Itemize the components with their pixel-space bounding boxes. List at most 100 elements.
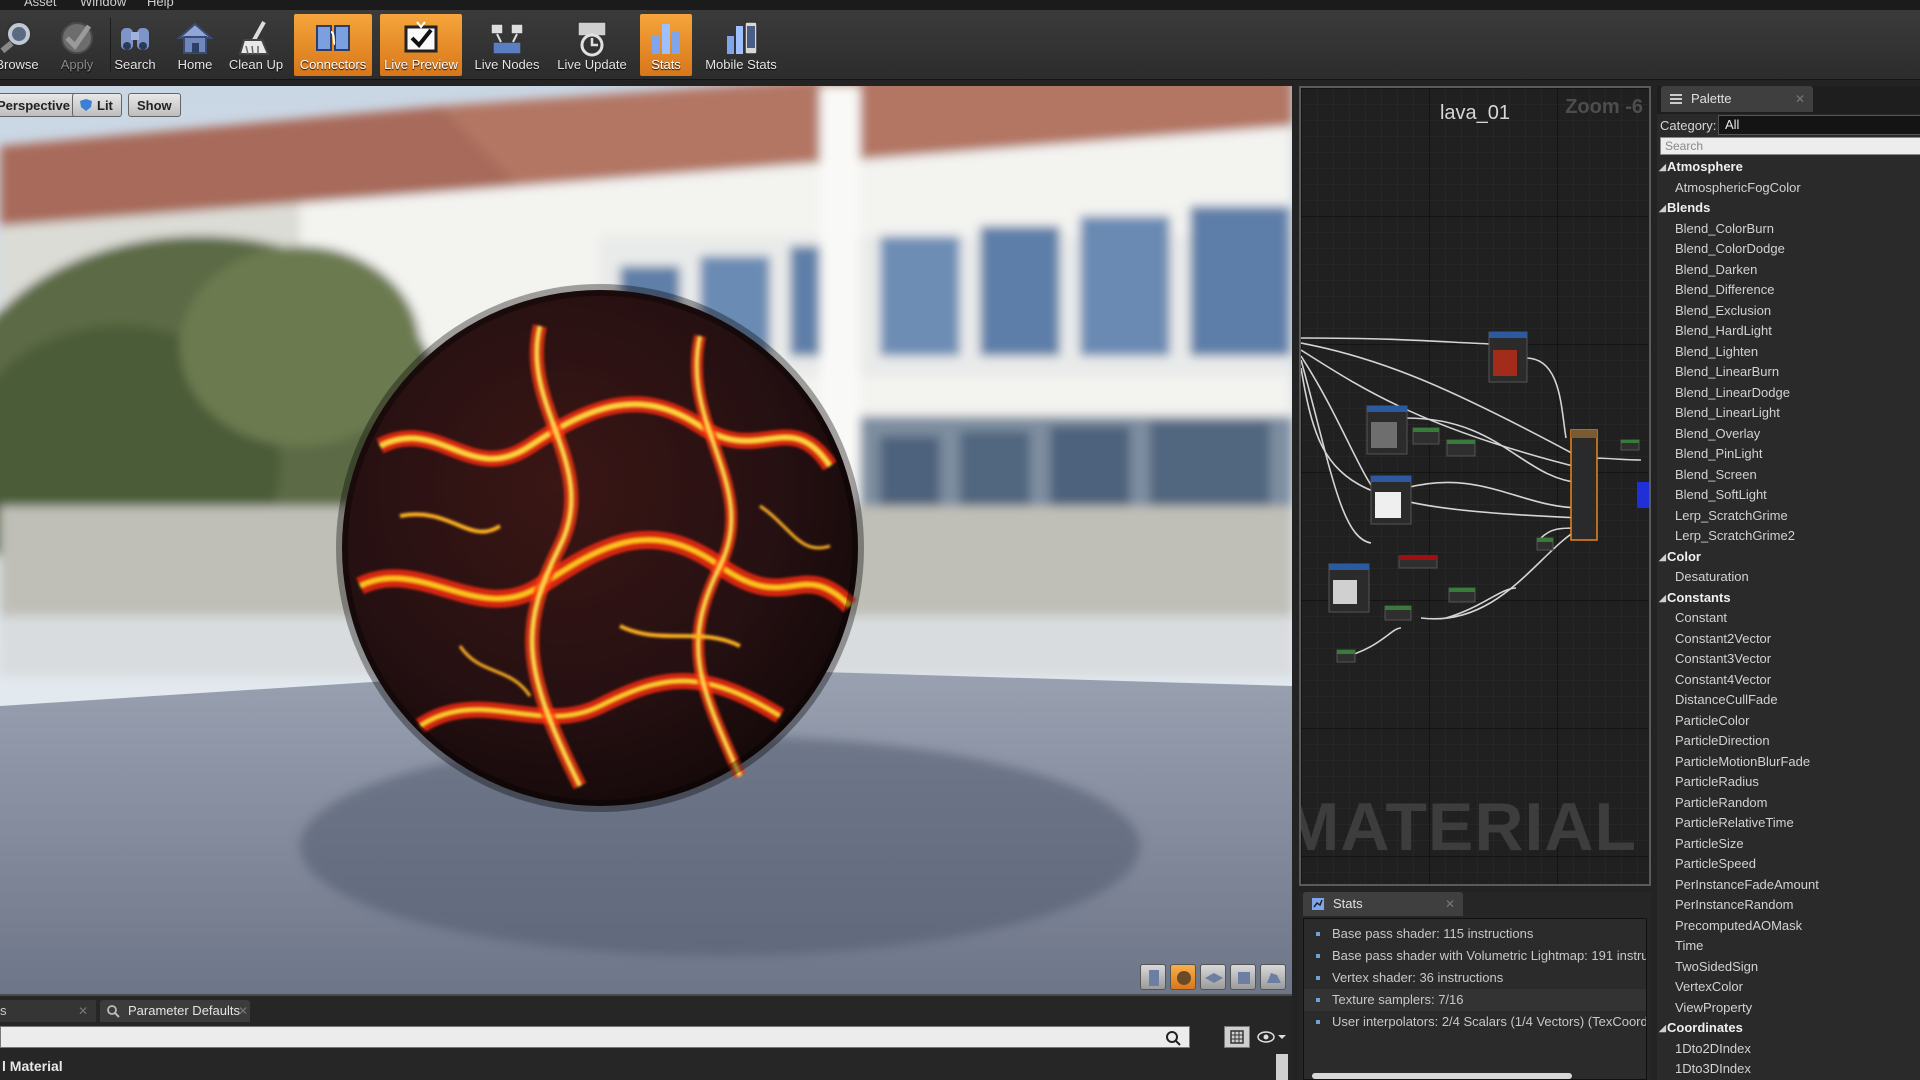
palette-item[interactable]: Blend_LinearBurn bbox=[1657, 362, 1920, 383]
palette-item[interactable]: 1Dto3DIndex bbox=[1657, 1059, 1920, 1080]
details-scrollbar[interactable] bbox=[1276, 1054, 1288, 1080]
close-tab-icon[interactable]: ✕ bbox=[78, 1000, 88, 1022]
palette-item[interactable]: Constant3Vector bbox=[1657, 649, 1920, 670]
visibility-dropdown[interactable] bbox=[1254, 1026, 1288, 1048]
expand-arrow-icon[interactable]: ◢ bbox=[1659, 157, 1666, 177]
palette-category[interactable]: ◢ Constants bbox=[1657, 588, 1920, 609]
preview-cube-button[interactable] bbox=[1230, 964, 1256, 990]
palette-item[interactable]: Blend_Difference bbox=[1657, 280, 1920, 301]
preview-plane-button[interactable] bbox=[1200, 964, 1226, 990]
tab-stats[interactable]: Stats ✕ bbox=[1303, 892, 1463, 916]
palette-item[interactable]: Blend_ColorBurn bbox=[1657, 219, 1920, 240]
close-tab-icon[interactable]: ✕ bbox=[1445, 892, 1455, 916]
palette-category[interactable]: ◢ Color bbox=[1657, 547, 1920, 568]
menu-window[interactable]: Window bbox=[80, 0, 126, 9]
live-update-button[interactable]: Live Update bbox=[552, 14, 632, 76]
home-button[interactable]: Home bbox=[170, 14, 220, 76]
stats-list: Base pass shader: 115 instructions Base … bbox=[1303, 918, 1647, 1080]
preview-sphere-button[interactable] bbox=[1170, 964, 1196, 990]
palette-category[interactable]: ◢ Blends bbox=[1657, 198, 1920, 219]
palette-item[interactable]: Lerp_ScratchGrime2 bbox=[1657, 526, 1920, 547]
palette-item[interactable]: Blend_Darken bbox=[1657, 260, 1920, 281]
preview-mesh-button[interactable] bbox=[1260, 964, 1286, 990]
palette-item[interactable]: ParticleSize bbox=[1657, 834, 1920, 855]
cube-icon bbox=[1238, 972, 1250, 984]
palette-item[interactable]: Blend_Screen bbox=[1657, 465, 1920, 486]
live-preview-button[interactable]: Live Preview bbox=[380, 14, 462, 76]
palette-item[interactable]: Blend_Exclusion bbox=[1657, 301, 1920, 322]
palette-item[interactable]: VertexColor bbox=[1657, 977, 1920, 998]
palette-item[interactable]: ParticleColor bbox=[1657, 711, 1920, 732]
stats-scrollbar[interactable] bbox=[1312, 1073, 1572, 1079]
palette-item[interactable]: Blend_Overlay bbox=[1657, 424, 1920, 445]
clean-up-button[interactable]: Clean Up bbox=[226, 14, 286, 76]
palette-item[interactable]: ParticleRandom bbox=[1657, 793, 1920, 814]
browse-button[interactable]: Browse bbox=[0, 14, 42, 76]
palette-category[interactable]: ◢ Coordinates bbox=[1657, 1018, 1920, 1039]
palette-item[interactable]: Constant bbox=[1657, 608, 1920, 629]
details-section-label: l Material bbox=[2, 1058, 63, 1074]
plane-icon bbox=[1205, 973, 1223, 983]
tab-palette[interactable]: Palette ✕ bbox=[1661, 86, 1813, 112]
palette-item[interactable]: Time bbox=[1657, 936, 1920, 957]
palette-item[interactable]: TwoSidedSign bbox=[1657, 957, 1920, 978]
palette-item[interactable]: Blend_LinearDodge bbox=[1657, 383, 1920, 404]
stats-line: Base pass shader with Volumetric Lightma… bbox=[1304, 945, 1646, 967]
palette-list: ◢ Atmosphere AtmosphericFogColor ◢ Blends Ble… bbox=[1657, 157, 1920, 1080]
preview-viewport[interactable]: Perspective Lit Show bbox=[0, 86, 1292, 994]
palette-item[interactable]: ViewProperty bbox=[1657, 998, 1920, 1019]
mobile-stats-button[interactable]: Mobile Stats bbox=[700, 14, 782, 76]
palette-item[interactable]: ParticleSpeed bbox=[1657, 854, 1920, 875]
connectors-button[interactable]: Connectors bbox=[294, 14, 372, 76]
material-graph[interactable]: lava_01 Zoom -6 MATERIAL bbox=[1299, 86, 1651, 886]
stats-line: Vertex shader: 36 instructions bbox=[1304, 967, 1646, 989]
palette-item[interactable]: Blend_ColorDodge bbox=[1657, 239, 1920, 260]
palette-item[interactable]: DistanceCullFade bbox=[1657, 690, 1920, 711]
palette-item[interactable]: Blend_Lighten bbox=[1657, 342, 1920, 363]
eye-icon bbox=[1257, 1031, 1286, 1043]
expand-arrow-icon[interactable]: ◢ bbox=[1659, 588, 1666, 608]
expand-arrow-icon[interactable]: ◢ bbox=[1659, 547, 1666, 567]
menu-asset[interactable]: Asset bbox=[24, 0, 57, 9]
palette-item[interactable]: ParticleRadius bbox=[1657, 772, 1920, 793]
palette-item[interactable]: Blend_PinLight bbox=[1657, 444, 1920, 465]
preview-cylinder-button[interactable] bbox=[1140, 964, 1166, 990]
clean-up-icon bbox=[238, 21, 270, 55]
expand-arrow-icon[interactable]: ◢ bbox=[1659, 198, 1666, 218]
palette-item[interactable]: ParticleDirection bbox=[1657, 731, 1920, 752]
palette-item[interactable]: ParticleRelativeTime bbox=[1657, 813, 1920, 834]
apply-button[interactable]: Apply bbox=[52, 14, 102, 76]
palette-item[interactable]: Constant2Vector bbox=[1657, 629, 1920, 650]
details-search-input[interactable] bbox=[0, 1026, 1190, 1048]
category-select[interactable]: All bbox=[1718, 115, 1920, 135]
show-button[interactable]: Show bbox=[128, 93, 181, 117]
search-button[interactable]: Search bbox=[112, 14, 158, 76]
close-tab-icon[interactable]: ✕ bbox=[1795, 86, 1805, 112]
search-binoculars-icon bbox=[121, 28, 149, 50]
palette-item[interactable]: AtmosphericFogColor bbox=[1657, 178, 1920, 199]
palette-item[interactable]: Constant4Vector bbox=[1657, 670, 1920, 691]
palette-item[interactable]: Blend_HardLight bbox=[1657, 321, 1920, 342]
palette-item[interactable]: PerInstanceRandom bbox=[1657, 895, 1920, 916]
perspective-button[interactable]: Perspective bbox=[0, 93, 79, 117]
palette-search-input[interactable]: Search bbox=[1660, 137, 1920, 155]
palette-category[interactable]: ◢ Atmosphere bbox=[1657, 157, 1920, 178]
view-options-button[interactable] bbox=[1224, 1026, 1250, 1048]
palette-item[interactable]: Desaturation bbox=[1657, 567, 1920, 588]
palette-item[interactable]: Blend_SoftLight bbox=[1657, 485, 1920, 506]
palette-item[interactable]: Lerp_ScratchGrime bbox=[1657, 506, 1920, 527]
tab-parameter-defaults[interactable]: Parameter Defaults ✕ bbox=[100, 1000, 250, 1022]
palette-item[interactable]: 1Dto2DIndex bbox=[1657, 1039, 1920, 1060]
menu-help[interactable]: Help bbox=[147, 0, 174, 9]
lit-button[interactable]: Lit bbox=[72, 93, 122, 117]
toolbar-separator bbox=[110, 18, 111, 72]
palette-item[interactable]: ParticleMotionBlurFade bbox=[1657, 752, 1920, 773]
tab-details[interactable]: s ✕ bbox=[0, 1000, 96, 1022]
palette-item[interactable]: PerInstanceFadeAmount bbox=[1657, 875, 1920, 896]
live-nodes-button[interactable]: Live Nodes bbox=[468, 14, 546, 76]
stats-button[interactable]: Stats bbox=[640, 14, 692, 76]
close-tab-icon[interactable]: ✕ bbox=[238, 1000, 248, 1022]
palette-item[interactable]: PrecomputedAOMask bbox=[1657, 916, 1920, 937]
expand-arrow-icon[interactable]: ◢ bbox=[1659, 1018, 1666, 1038]
palette-item[interactable]: Blend_LinearLight bbox=[1657, 403, 1920, 424]
